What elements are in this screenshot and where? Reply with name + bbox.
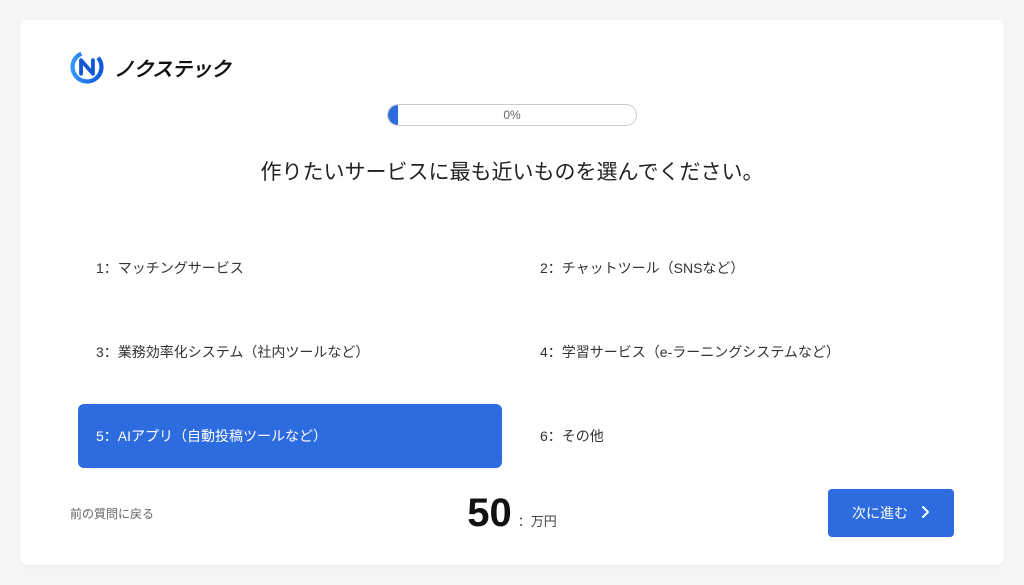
survey-card: ノクステック 0% 作りたいサービスに最も近いものを選んでください。 1：マッチ…	[20, 20, 1004, 565]
footer: 前の質問に戻る 50 ：万円 次に進む	[70, 488, 954, 538]
brand-icon	[70, 50, 104, 84]
option-5[interactable]: 5：AIアプリ（自動投稿ツールなど）	[78, 404, 502, 468]
option-6[interactable]: 6：その他	[522, 404, 946, 468]
price-unit: ：万円	[518, 511, 557, 530]
back-button[interactable]: 前の質問に戻る	[70, 505, 154, 522]
options-grid: 1：マッチングサービス 2：チャットツール（SNSなど） 3：業務効率化システム…	[70, 236, 954, 468]
next-button-label: 次に進む	[852, 503, 908, 523]
next-button[interactable]: 次に進む	[828, 489, 954, 537]
price-number: 50	[467, 491, 512, 536]
option-2[interactable]: 2：チャットツール（SNSなど）	[522, 236, 946, 300]
brand-name: ノクステック	[114, 53, 230, 82]
chevron-right-icon	[922, 505, 930, 521]
option-1[interactable]: 1：マッチングサービス	[78, 236, 502, 300]
option-4[interactable]: 4：学習サービス（e-ラーニングシステムなど）	[522, 320, 946, 384]
logo: ノクステック	[70, 50, 954, 84]
option-3[interactable]: 3：業務効率化システム（社内ツールなど）	[78, 320, 502, 384]
question-text: 作りたいサービスに最も近いものを選んでください。	[70, 156, 954, 186]
progress-bar: 0%	[387, 104, 637, 126]
price-display: 50 ：万円	[467, 491, 557, 536]
progress-container: 0%	[70, 104, 954, 126]
progress-label: 0%	[388, 105, 636, 125]
